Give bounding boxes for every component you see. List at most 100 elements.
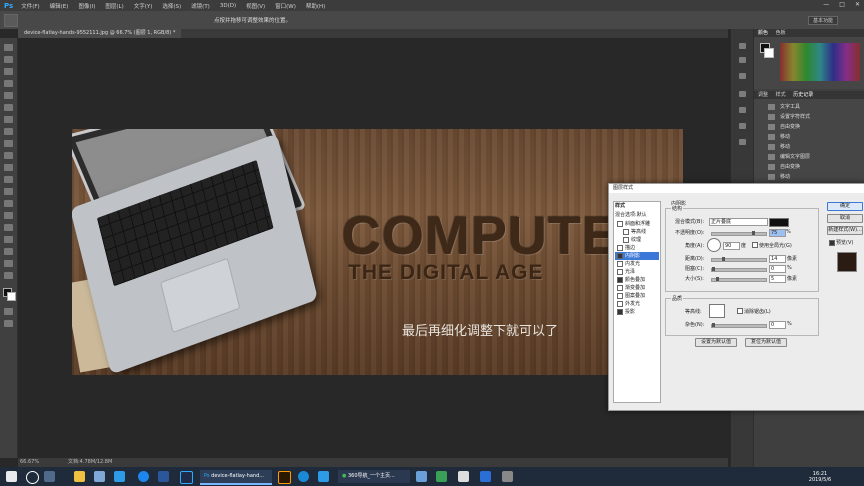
app-icon[interactable] <box>158 471 169 482</box>
history-brush-tool-icon[interactable] <box>4 152 13 159</box>
distance-input[interactable]: 14 <box>769 255 786 263</box>
distance-slider[interactable] <box>711 257 767 262</box>
taskview-icon[interactable] <box>44 471 55 482</box>
menu-3d[interactable]: 3D(D) <box>220 3 236 9</box>
illustrator-icon[interactable] <box>278 471 291 484</box>
angle-input[interactable]: 90 <box>723 242 740 250</box>
zoom-tool-icon[interactable] <box>4 272 13 279</box>
style-checkbox[interactable] <box>617 268 623 275</box>
crop-tool-icon[interactable] <box>4 92 13 99</box>
explorer-icon[interactable] <box>74 471 85 482</box>
current-tool-icon[interactable] <box>4 14 18 27</box>
panel-icon[interactable] <box>739 43 746 49</box>
cancel-button[interactable]: 取消 <box>827 214 863 223</box>
style-item-texture[interactable]: 纹理 <box>615 236 665 244</box>
document-tab[interactable]: device-flatlay-hands-9552111.jpg @ 66.7%… <box>18 29 182 38</box>
size-slider[interactable] <box>711 277 767 282</box>
noise-input[interactable]: 0 <box>769 321 786 329</box>
menu-type[interactable]: 文字(Y) <box>134 2 153 10</box>
menu-layer[interactable]: 图层(L) <box>105 2 123 10</box>
app-icon[interactable] <box>416 471 427 482</box>
shape-tool-icon[interactable] <box>4 248 13 255</box>
style-item-outer-glow[interactable]: 外发光 <box>615 300 659 308</box>
taskbar-photoshop-window[interactable]: Ps device-flatlay-hand... <box>200 470 272 485</box>
zoom-level[interactable]: 66.67% <box>20 458 39 467</box>
style-item-inner-shadow[interactable]: 内阴影 <box>615 252 659 260</box>
slider-knob[interactable] <box>716 277 719 281</box>
path-select-tool-icon[interactable] <box>4 236 13 243</box>
contour-picker[interactable] <box>709 304 725 318</box>
slider-knob[interactable] <box>722 257 725 261</box>
opacity-input[interactable]: 75 <box>769 229 786 237</box>
history-item[interactable]: 设置字符样式 <box>762 113 864 121</box>
panel-icon[interactable] <box>739 107 746 113</box>
hand-tool-icon[interactable] <box>4 260 13 267</box>
menu-image[interactable]: 图像(I) <box>78 2 95 10</box>
blur-tool-icon[interactable] <box>4 188 13 195</box>
opacity-slider[interactable] <box>711 231 767 236</box>
style-item-gradient-overlay[interactable]: 渐变叠加 <box>615 284 659 292</box>
style-item-satin[interactable]: 光泽 <box>615 268 659 276</box>
angle-dial[interactable] <box>707 238 721 252</box>
style-checkbox[interactable] <box>617 308 623 315</box>
slider-knob[interactable] <box>712 267 715 271</box>
workspace-select[interactable]: 基本功能 <box>807 16 838 25</box>
preview-checkbox[interactable] <box>829 240 835 246</box>
reset-default-button[interactable]: 复位为默认值 <box>745 338 787 347</box>
background-color-swatch[interactable] <box>7 292 16 301</box>
tab-color[interactable]: 颜色 <box>758 30 768 36</box>
panel-icon[interactable] <box>739 73 746 79</box>
history-item[interactable]: 移动 <box>762 143 864 151</box>
quick-select-tool-icon[interactable] <box>4 80 13 87</box>
choke-input[interactable]: 0 <box>769 265 786 273</box>
tab-history[interactable]: 历史记录 <box>793 92 813 98</box>
menu-view[interactable]: 视图(V) <box>246 2 265 10</box>
app-icon[interactable] <box>318 471 329 482</box>
edge-icon[interactable] <box>298 471 309 482</box>
eyedropper-tool-icon[interactable] <box>4 104 13 111</box>
app-icon[interactable] <box>480 471 491 482</box>
tab-adjustments[interactable]: 调整 <box>758 92 768 98</box>
style-item-color-overlay[interactable]: 颜色叠加 <box>615 276 659 284</box>
close-button[interactable]: ✕ <box>855 1 860 8</box>
menu-help[interactable]: 帮助(H) <box>306 2 325 10</box>
quick-mask-icon[interactable] <box>4 308 13 315</box>
panel-icon[interactable] <box>739 123 746 129</box>
panel-icon[interactable] <box>739 139 746 145</box>
clock[interactable]: 16:21 2019/5/6 <box>800 470 840 484</box>
menu-select[interactable]: 选择(S) <box>162 2 181 10</box>
panel-icon[interactable] <box>739 57 746 63</box>
style-checkbox[interactable] <box>617 260 623 267</box>
maximize-button[interactable]: □ <box>839 1 845 8</box>
lightroom-icon[interactable] <box>180 471 193 484</box>
style-item-contour[interactable]: 等高线 <box>615 228 665 236</box>
brush-tool-icon[interactable] <box>4 128 13 135</box>
style-checkbox[interactable] <box>623 228 629 235</box>
shadow-color-swatch[interactable] <box>769 218 789 227</box>
gradient-tool-icon[interactable] <box>4 176 13 183</box>
style-item-drop-shadow[interactable]: 投影 <box>615 308 659 316</box>
cortana-search-icon[interactable] <box>26 471 39 484</box>
style-checkbox[interactable] <box>617 276 623 283</box>
global-light-checkbox[interactable] <box>752 242 758 248</box>
pen-tool-icon[interactable] <box>4 212 13 219</box>
screen-mode-icon[interactable] <box>4 320 13 327</box>
menu-edit[interactable]: 编辑(E) <box>50 2 69 10</box>
style-item-inner-glow[interactable]: 内发光 <box>615 260 659 268</box>
blend-mode-select[interactable]: 正片叠底 <box>709 218 768 226</box>
style-item-bevel[interactable]: 斜面和浮雕 <box>615 220 659 228</box>
lasso-tool-icon[interactable] <box>4 68 13 75</box>
app-icon[interactable] <box>436 471 447 482</box>
style-item-pattern-overlay[interactable]: 图案叠加 <box>615 292 659 300</box>
menu-file[interactable]: 文件(F) <box>21 2 39 10</box>
make-default-button[interactable]: 设置为默认值 <box>695 338 737 347</box>
noise-slider[interactable] <box>711 323 767 328</box>
app-icon[interactable] <box>138 471 149 482</box>
ok-button[interactable]: 确定 <box>827 202 863 211</box>
stamp-tool-icon[interactable] <box>4 140 13 147</box>
antialias-checkbox[interactable] <box>737 308 743 314</box>
style-item-stroke[interactable]: 描边 <box>615 244 659 252</box>
style-checkbox[interactable] <box>617 284 623 291</box>
style-checkbox[interactable] <box>617 220 623 227</box>
style-checkbox[interactable] <box>617 292 623 299</box>
